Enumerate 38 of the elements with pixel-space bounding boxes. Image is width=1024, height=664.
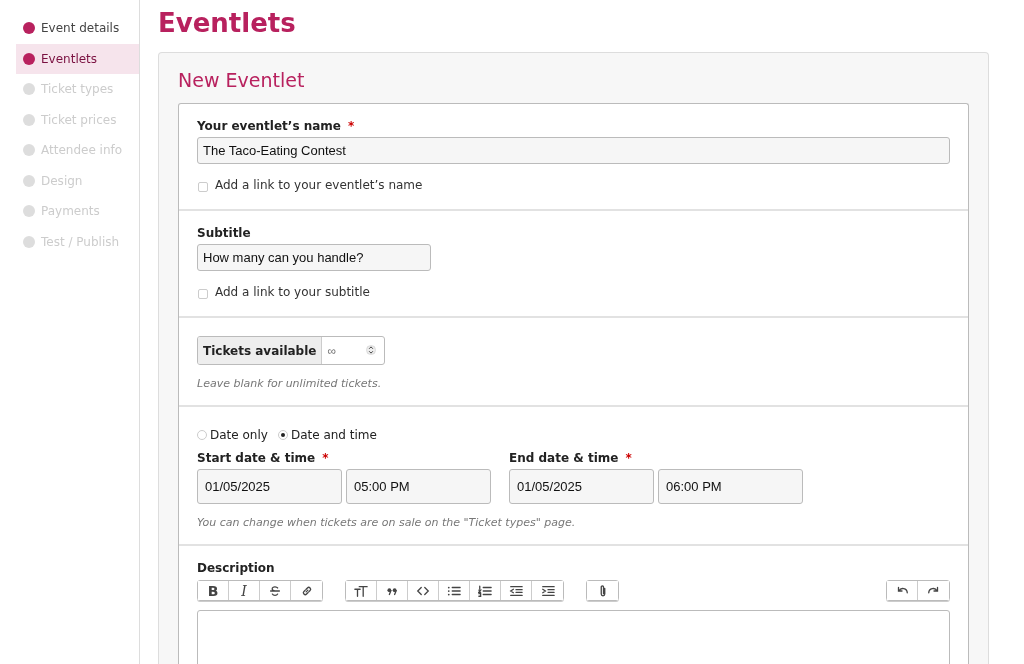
undo-button[interactable]	[887, 581, 918, 600]
subtitle-field[interactable]: How many can you handle?	[197, 244, 431, 271]
field-label: Start date & time	[197, 451, 316, 465]
form-title: New Eventlet	[178, 68, 306, 93]
numbered-list-icon	[478, 583, 492, 598]
spinner-icon	[366, 343, 377, 357]
heading-button[interactable]	[346, 581, 377, 600]
bold-button[interactable]: B	[198, 581, 229, 600]
heading-icon	[354, 583, 368, 598]
checkbox[interactable]	[198, 289, 208, 299]
radio-option[interactable]: Date only	[197, 428, 268, 442]
field-label: Tickets available	[198, 337, 323, 364]
page-title: Eventlets	[158, 7, 297, 40]
time-field[interactable]: 06:00 PM	[658, 469, 803, 504]
required-mark: *	[348, 119, 355, 133]
checkbox[interactable]	[198, 182, 208, 192]
sidebar-item[interactable]: Event details	[16, 13, 139, 44]
checkbox-label: Add a link to your subtitle	[215, 285, 370, 299]
hint-text: Leave blank for unlimited tickets.	[197, 377, 382, 390]
checkbox-label: Add a link to your eventlet’s name	[215, 178, 423, 192]
paperclip-button[interactable]	[587, 581, 618, 600]
time-field[interactable]: 05:00 PM	[346, 469, 491, 504]
required-mark: *	[322, 451, 329, 465]
field-label: Subtitle	[197, 226, 251, 240]
date-field[interactable]: 01/05/2025	[197, 469, 342, 504]
tickets-field[interactable]: Tickets available ∞	[197, 336, 386, 365]
date-field[interactable]: 01/05/2025	[509, 469, 654, 504]
name-field[interactable]: The Taco-Eating Contest	[197, 137, 950, 164]
indent-icon	[540, 583, 555, 598]
required-mark: *	[625, 451, 632, 465]
field-label: End date & time	[509, 451, 619, 465]
strikethrough-icon	[268, 583, 282, 598]
outdent-icon	[509, 583, 523, 598]
radio-option[interactable]: Date and time	[277, 428, 377, 442]
field-label: Description	[197, 561, 275, 575]
field-label: Your eventlet’s name	[197, 119, 341, 133]
hint-text: You can change when tickets are on sale on the "Ticket types" page.	[197, 516, 576, 529]
sidebar-item[interactable]: Eventlets	[16, 43, 139, 74]
